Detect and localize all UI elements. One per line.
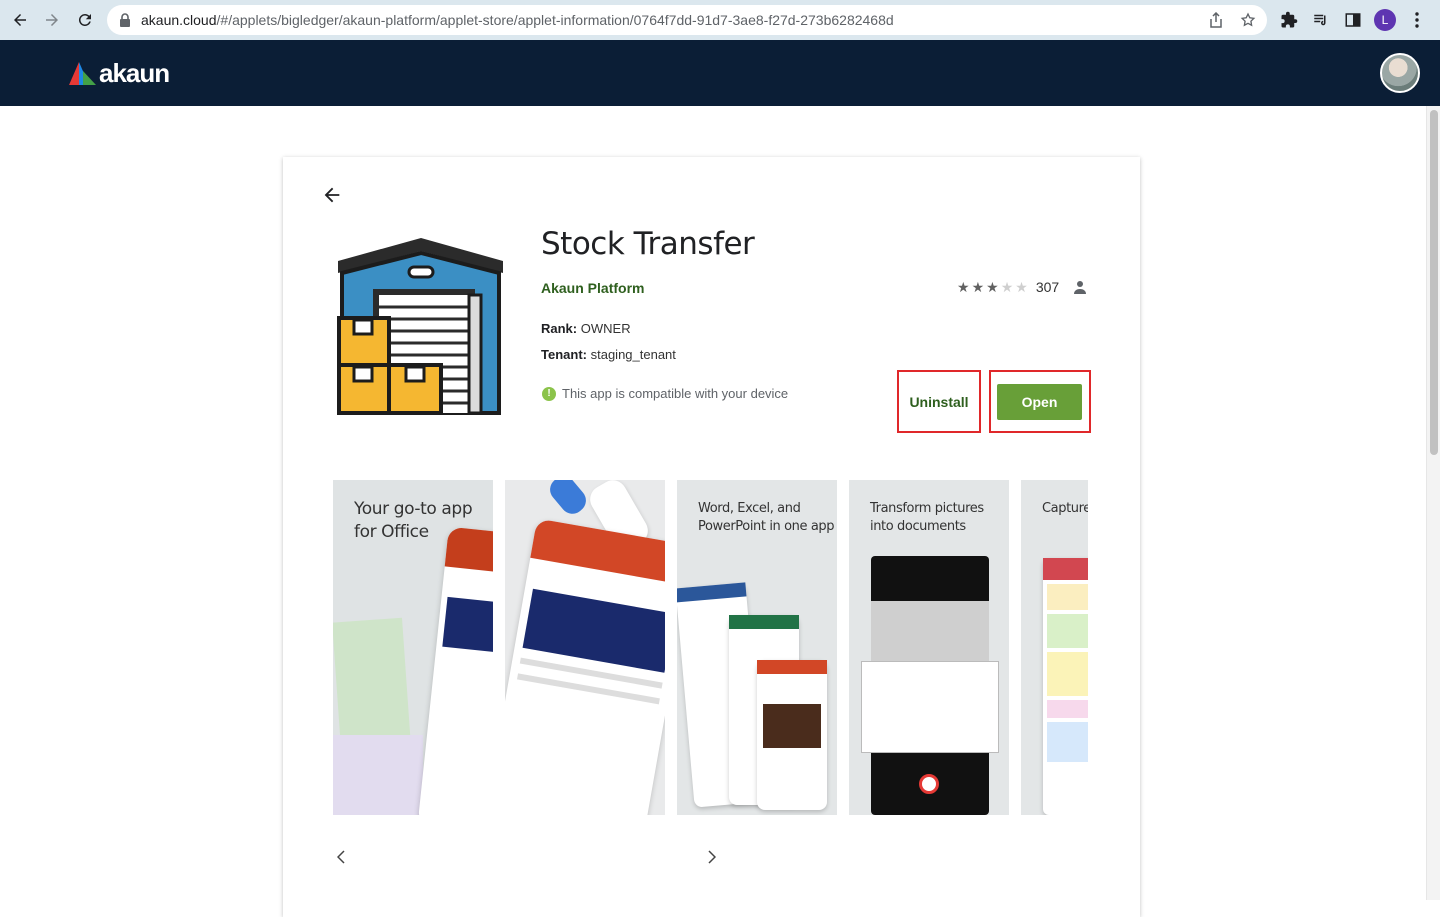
uninstall-button[interactable]: Uninstall bbox=[903, 384, 975, 420]
rank-line: Rank: OWNER bbox=[541, 321, 631, 336]
screenshot-caption: Capture and ide bbox=[1042, 501, 1088, 516]
menu-dots-icon[interactable] bbox=[1406, 6, 1428, 34]
compatibility-text: This app is compatible with your device bbox=[562, 386, 789, 401]
star-empty-icon: ★ bbox=[1000, 279, 1014, 295]
compatibility-note: ! This app is compatible with your devic… bbox=[542, 386, 788, 401]
phone-mockup bbox=[1043, 558, 1088, 815]
user-avatar[interactable] bbox=[1380, 53, 1420, 93]
akaun-logo[interactable]: akaun bbox=[69, 58, 170, 89]
side-panel-icon[interactable] bbox=[1342, 6, 1364, 34]
phone-mockup bbox=[417, 526, 493, 815]
app-header bbox=[0, 40, 1440, 106]
reload-icon[interactable] bbox=[69, 4, 101, 36]
share-icon[interactable] bbox=[1207, 11, 1225, 29]
screenshot-item[interactable]: Your go-to app for Office bbox=[333, 480, 493, 815]
screenshot-item[interactable] bbox=[505, 480, 665, 815]
screenshot-caption: Transform pictures into documents bbox=[870, 501, 984, 534]
phone-mockup bbox=[505, 518, 665, 815]
back-icon[interactable] bbox=[4, 4, 36, 36]
star-icon: ★ bbox=[986, 279, 999, 295]
screenshot-caption: Word, Excel, and PowerPoint in one app bbox=[698, 501, 835, 534]
extensions-icon[interactable] bbox=[1278, 6, 1300, 34]
rank-label: Rank: bbox=[541, 321, 578, 336]
carousel-prev-icon[interactable] bbox=[333, 848, 349, 866]
star-icon: ★ bbox=[957, 279, 970, 295]
screenshot-carousel[interactable]: Your go-to app for Office Word, Excel, a… bbox=[333, 480, 1088, 815]
tenant-value: staging_tenant bbox=[590, 347, 676, 362]
person-icon bbox=[1074, 281, 1087, 294]
rating-count: 307 bbox=[1035, 279, 1060, 295]
address-bar[interactable]: akaun.cloud/#/applets/bigledger/akaun-pl… bbox=[107, 5, 1267, 35]
tenant-label: Tenant: bbox=[541, 347, 587, 362]
open-button[interactable]: Open bbox=[997, 384, 1082, 420]
lock-icon bbox=[120, 13, 130, 27]
screenshot-item[interactable]: Word, Excel, and PowerPoint in one app bbox=[677, 480, 837, 815]
bookmark-star-icon[interactable] bbox=[1239, 11, 1257, 29]
media-control-icon[interactable] bbox=[1310, 6, 1332, 34]
decor-marker bbox=[545, 480, 591, 519]
logo-mark-icon bbox=[69, 61, 96, 85]
decor-paper bbox=[333, 735, 423, 815]
screenshot-item[interactable]: Transform pictures into documents bbox=[849, 480, 1009, 815]
phone-mockup bbox=[861, 556, 999, 815]
star-icon: ★ bbox=[971, 279, 985, 295]
rank-value: OWNER bbox=[580, 321, 631, 336]
screenshot-item[interactable]: Capture and ide bbox=[1021, 480, 1088, 815]
back-arrow-icon[interactable] bbox=[321, 184, 343, 206]
scrollbar-thumb[interactable] bbox=[1430, 110, 1438, 455]
logo-text: akaun bbox=[99, 58, 170, 88]
phone-mockup bbox=[757, 660, 827, 810]
app-title: Stock Transfer bbox=[541, 226, 755, 262]
info-check-icon: ! bbox=[542, 386, 556, 401]
browser-toolbar: akaun.cloud/#/applets/bigledger/akaun-pl… bbox=[0, 0, 1440, 40]
page-scrollbar[interactable] bbox=[1426, 106, 1440, 900]
carousel-next-icon[interactable] bbox=[704, 848, 720, 866]
warehouse-icon bbox=[337, 238, 503, 415]
forward-icon[interactable] bbox=[36, 4, 68, 36]
rating: ★ ★ ★ ★ ★ 307 bbox=[957, 279, 1087, 295]
profile-avatar[interactable]: L bbox=[1374, 9, 1396, 31]
tenant-line: Tenant: staging_tenant bbox=[541, 347, 676, 362]
star-empty-icon: ★ bbox=[1015, 279, 1028, 295]
publisher-link[interactable]: Akaun Platform bbox=[541, 280, 644, 296]
url-text: akaun.cloud/#/applets/bigledger/akaun-pl… bbox=[141, 12, 894, 28]
